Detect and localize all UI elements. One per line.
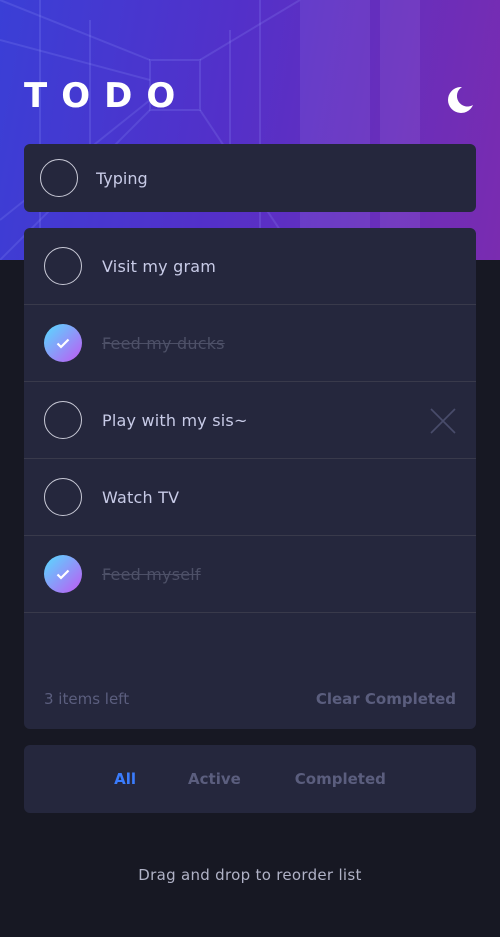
todo-label: Visit my gram <box>102 256 217 276</box>
hero-image <box>0 0 420 260</box>
todo-checkbox[interactable] <box>44 478 82 516</box>
todo-checkbox[interactable] <box>44 401 82 439</box>
todo-label: Watch TV <box>102 487 180 507</box>
theme-toggle-button[interactable] <box>444 84 476 116</box>
filter-all[interactable]: All <box>114 770 136 788</box>
new-todo-input[interactable] <box>96 168 456 188</box>
todo-checkbox[interactable] <box>44 247 82 285</box>
todo-checkbox-checked[interactable] <box>44 555 82 593</box>
filter-bar: All Active Completed <box>24 745 476 813</box>
todo-item[interactable]: Visit my gram <box>24 228 476 305</box>
new-todo-bar <box>24 144 476 212</box>
clear-completed-button[interactable]: Clear Completed <box>316 690 456 708</box>
todo-item[interactable]: Feed myself <box>24 536 476 613</box>
app-title: TODO <box>24 76 190 116</box>
close-icon <box>430 408 456 434</box>
todo-list: Visit my gram Feed my ducks Play with my… <box>24 228 476 729</box>
filter-active[interactable]: Active <box>188 770 241 788</box>
moon-icon <box>448 86 473 113</box>
list-footer: 3 items left Clear Completed <box>24 669 476 729</box>
new-todo-checkbox[interactable] <box>40 159 78 197</box>
todo-label: Feed my ducks <box>102 333 225 353</box>
checkmark-icon <box>56 338 70 349</box>
items-left-count: 3 items left <box>44 690 130 708</box>
checkmark-icon <box>56 569 70 580</box>
filter-completed[interactable]: Completed <box>295 770 386 788</box>
todo-item[interactable]: Watch TV <box>24 459 476 536</box>
todo-label: Feed myself <box>102 564 201 584</box>
todo-item[interactable]: Feed my ducks <box>24 305 476 382</box>
delete-todo-button[interactable] <box>430 408 456 434</box>
todo-label: Play with my sis~ <box>102 410 248 430</box>
header-background <box>0 0 500 260</box>
todo-checkbox-checked[interactable] <box>44 324 82 362</box>
todo-item[interactable]: Play with my sis~ <box>24 382 476 459</box>
reorder-hint: Drag and drop to reorder list <box>138 866 362 884</box>
